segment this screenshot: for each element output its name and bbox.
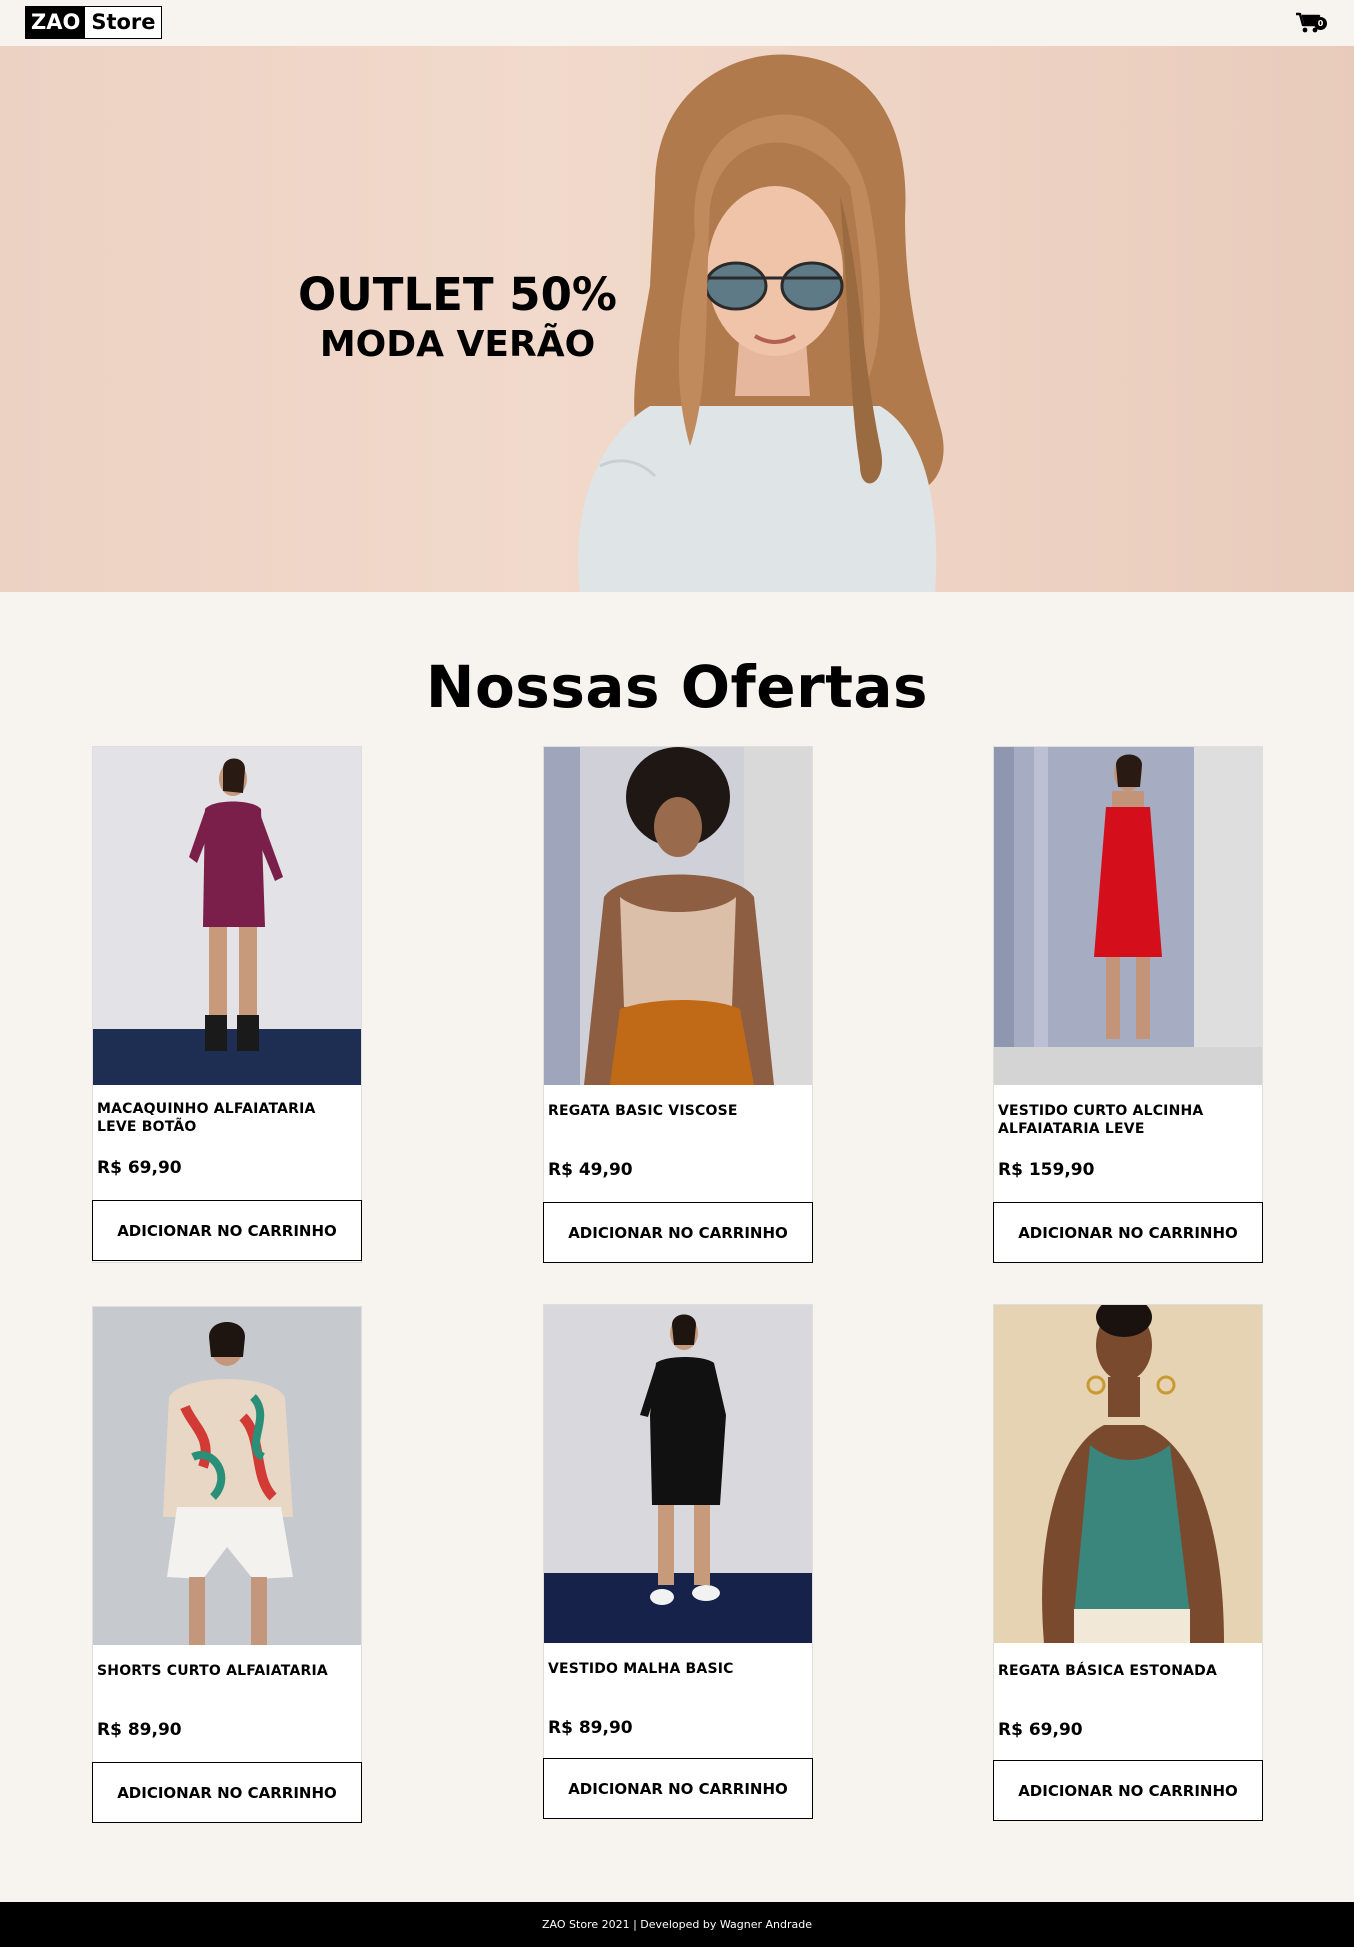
- add-to-cart-button[interactable]: ADICIONAR NO CARRINHO: [993, 1760, 1263, 1821]
- product-image[interactable]: [93, 747, 361, 1085]
- cart-button[interactable]: 0: [1296, 12, 1330, 36]
- product-image[interactable]: [994, 1305, 1262, 1643]
- add-to-cart-button[interactable]: ADICIONAR NO CARRINHO: [92, 1200, 362, 1261]
- add-to-cart-button[interactable]: ADICIONAR NO CARRINHO: [543, 1758, 813, 1819]
- product-image[interactable]: [994, 747, 1262, 1085]
- logo-zao-text: ZAO: [26, 7, 86, 38]
- product-price: R$ 69,90: [998, 1720, 1083, 1740]
- cart-count-badge: 0: [1314, 17, 1327, 30]
- product-card: MACAQUINHO ALFAIATARIA LEVE BOTÃO R$ 69,…: [92, 746, 362, 1263]
- hero-subtitle: MODA VERÃO: [319, 324, 596, 365]
- product-image[interactable]: [544, 1305, 812, 1643]
- product-price: R$ 49,90: [548, 1160, 633, 1180]
- product-price: R$ 89,90: [97, 1720, 182, 1740]
- product-card: VESTIDO MALHA BASIC R$ 89,90 ADICIONAR N…: [543, 1304, 813, 1819]
- product-price: R$ 89,90: [548, 1718, 633, 1738]
- store-logo[interactable]: ZAO Store: [25, 6, 162, 39]
- product-card: REGATA BÁSICA ESTONADA R$ 69,90 ADICIONA…: [993, 1304, 1263, 1821]
- logo-store-text: Store: [91, 10, 156, 34]
- product-name: SHORTS CURTO ALFAIATARIA: [97, 1663, 328, 1679]
- hero-title: OUTLET 50%: [298, 268, 617, 321]
- offers-title: Nossas Ofertas: [425, 653, 929, 721]
- site-footer: ZAO Store 2021 | Developed by Wagner And…: [0, 1902, 1354, 1947]
- product-price: R$ 159,90: [998, 1160, 1095, 1180]
- product-image[interactable]: [93, 1307, 361, 1645]
- add-to-cart-button[interactable]: ADICIONAR NO CARRINHO: [993, 1202, 1263, 1263]
- hero-model-image: [578, 54, 944, 592]
- add-to-cart-button[interactable]: ADICIONAR NO CARRINHO: [543, 1202, 813, 1263]
- product-name: REGATA BÁSICA ESTONADA: [998, 1663, 1218, 1679]
- product-name: VESTIDO MALHA BASIC: [548, 1661, 734, 1677]
- add-to-cart-button[interactable]: ADICIONAR NO CARRINHO: [92, 1762, 362, 1823]
- product-name: MACAQUINHO ALFAIATARIA LEVE BOTÃO: [97, 1101, 316, 1135]
- product-name: VESTIDO CURTO ALCINHA ALFAIATARIA LEVE: [998, 1103, 1204, 1137]
- product-card: SHORTS CURTO ALFAIATARIA R$ 89,90 ADICIO…: [92, 1306, 362, 1823]
- product-card: VESTIDO CURTO ALCINHA ALFAIATARIA LEVE R…: [993, 746, 1263, 1263]
- product-name: REGATA BASIC VISCOSE: [548, 1103, 738, 1119]
- footer-credits: ZAO Store 2021 | Developed by Wagner And…: [542, 1918, 812, 1931]
- product-image[interactable]: [544, 747, 812, 1085]
- product-price: R$ 69,90: [97, 1158, 182, 1178]
- product-card: REGATA BASIC VISCOSE R$ 49,90 ADICIONAR …: [543, 746, 813, 1263]
- site-header: ZAO Store 0: [0, 0, 1354, 46]
- hero-banner: OUTLET 50% MODA VERÃO: [0, 46, 1354, 592]
